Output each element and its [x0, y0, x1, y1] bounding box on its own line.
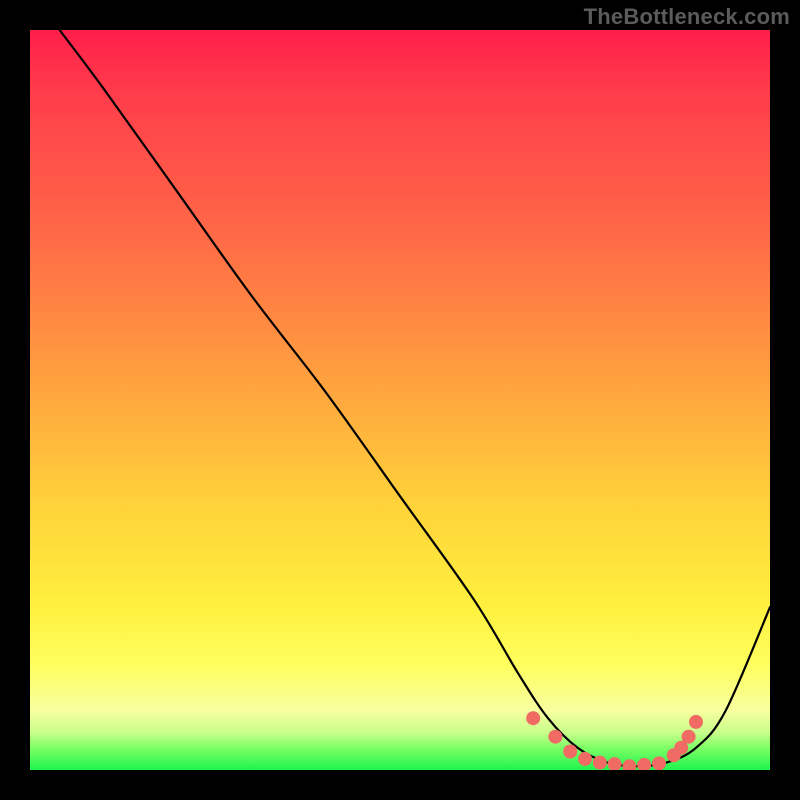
optimal-dot [637, 758, 651, 770]
optimal-dot [563, 745, 577, 759]
optimal-dot [622, 759, 636, 770]
optimal-dot [548, 730, 562, 744]
optimal-dot [608, 757, 622, 770]
optimal-dot [593, 756, 607, 770]
optimal-dot [689, 715, 703, 729]
chart-frame: TheBottleneck.com [0, 0, 800, 800]
watermark-text: TheBottleneck.com [584, 4, 790, 30]
plot-area [30, 30, 770, 770]
optimal-dot [526, 711, 540, 725]
optimal-dot [578, 752, 592, 766]
optimal-range-dots [30, 30, 770, 770]
dot-group [526, 711, 703, 770]
optimal-dot [682, 730, 696, 744]
optimal-dot [652, 756, 666, 770]
